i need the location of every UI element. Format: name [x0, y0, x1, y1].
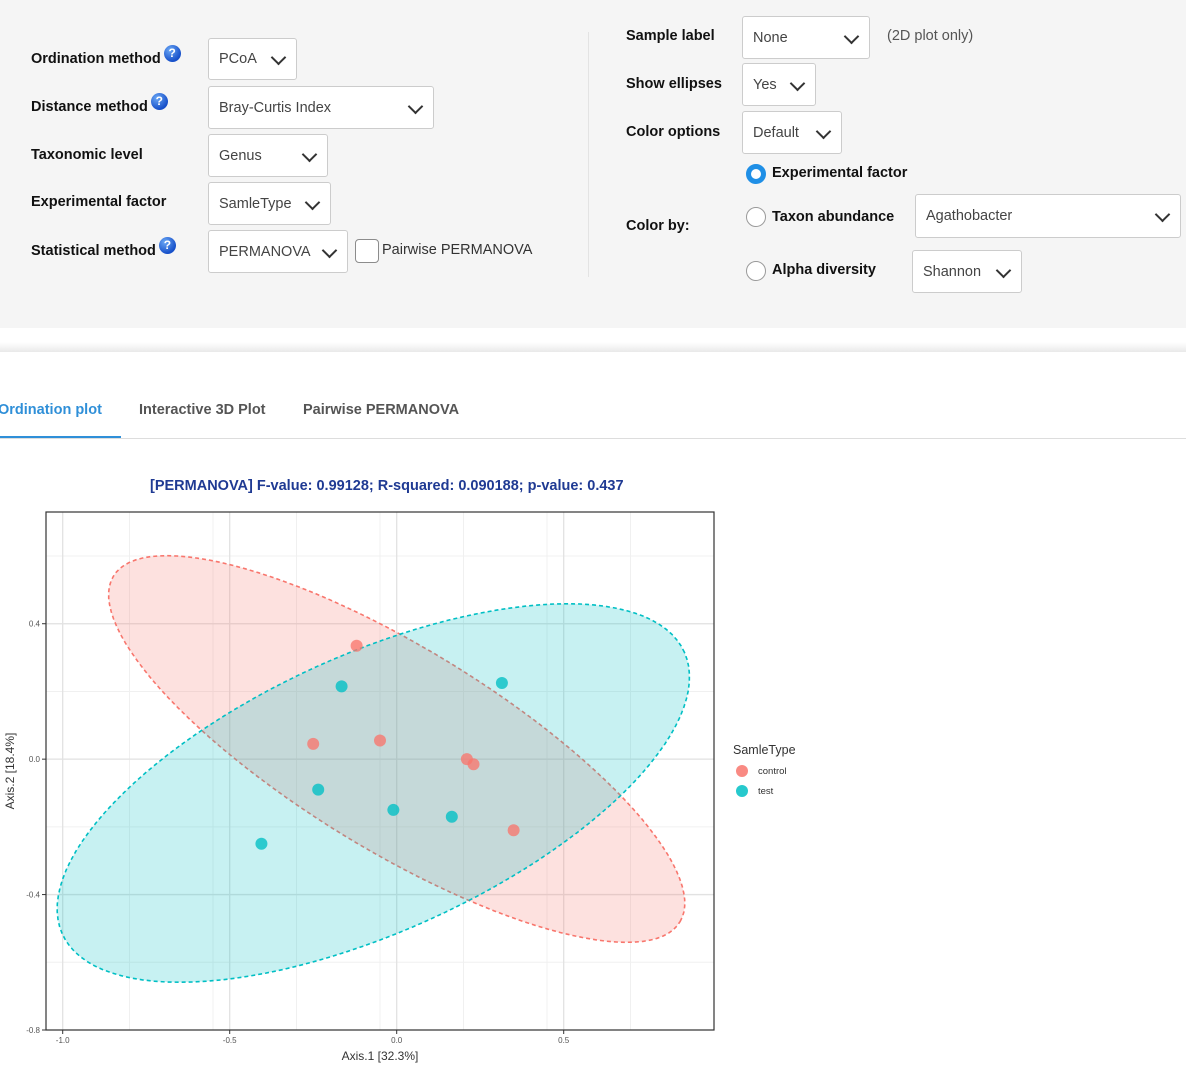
radio-taxon-abundance-label: Taxon abundance: [772, 209, 894, 225]
chevron-down-icon: [1154, 206, 1171, 223]
radio-alpha-diversity-label: Alpha diversity: [772, 262, 876, 278]
chevron-down-icon: [815, 123, 832, 139]
chevron-down-icon: [304, 194, 321, 210]
distance-method-value: Bray-Curtis Index: [219, 99, 332, 116]
point-test: [255, 837, 268, 850]
sample-label-note: (2D plot only): [887, 28, 974, 44]
point-test: [387, 803, 400, 816]
color-by-label-text: Color by:: [626, 218, 690, 234]
chevron-down-icon: [789, 75, 806, 91]
legend-key-test: [736, 785, 748, 797]
chevron-down-icon: [407, 98, 424, 114]
tab-ordination-plot[interactable]: Ordination plot: [0, 402, 102, 418]
radio-taxon-abundance-text: Taxon abundance: [772, 209, 895, 225]
legend-label-test: test: [758, 786, 774, 797]
taxonomic-level-label: Taxonomic level: [31, 147, 143, 163]
y-tick-label: 0.4: [29, 620, 41, 629]
y-tick-label: -0.4: [26, 891, 40, 900]
legend-key-control: [736, 765, 748, 777]
ordination-plot: -1.0 -0.5 0.0 0.5 -0.8 -0.4 0.0 0.4 Axis.1 [32.3…: [3, 511, 796, 1063]
help-icon[interactable]: ?: [158, 237, 176, 254]
x-tick-label: -1.0: [56, 1036, 70, 1045]
point-control: [350, 639, 363, 652]
experimental-factor-label: Experimental factor: [31, 194, 166, 210]
color-options-label: Color options: [626, 124, 720, 140]
x-tick-label: 0.5: [558, 1036, 570, 1045]
point-test: [445, 810, 458, 823]
ordination-method-label-text: Ordination method: [31, 50, 161, 67]
point-control: [507, 824, 520, 837]
chevron-down-icon: [995, 262, 1012, 278]
show-ellipses-select[interactable]: Yes: [742, 63, 816, 106]
chevron-down-icon: [321, 242, 338, 258]
experimental-factor-label-text: Experimental factor: [31, 194, 167, 210]
distance-method-select[interactable]: Bray-Curtis Index: [208, 86, 434, 129]
x-tick-label: -0.5: [223, 1036, 237, 1045]
radio-experimental-factor-label: Experimental factor: [772, 165, 907, 181]
color-options-select[interactable]: Default: [742, 111, 842, 154]
experimental-factor-value: SamleType: [219, 195, 292, 212]
radio-taxon-abundance[interactable]: [746, 207, 766, 227]
color-by-label: Color by:: [626, 218, 690, 234]
experimental-factor-select[interactable]: SamleType: [208, 182, 331, 225]
chevron-down-icon: [270, 49, 287, 66]
point-control: [467, 758, 480, 771]
x-axis-label: Axis.1 [32.3%]: [342, 1049, 419, 1063]
sample-label-label: Sample label: [626, 28, 715, 44]
point-test: [312, 783, 325, 796]
statistical-method-select[interactable]: PERMANOVA: [208, 230, 348, 273]
point-test: [335, 680, 348, 693]
pairwise-permanova-checkbox[interactable]: [355, 239, 379, 263]
x-tick-label: 0.0: [391, 1036, 403, 1045]
panel-shadow: [0, 328, 1186, 352]
statistical-method-label-text: Statistical method: [31, 242, 156, 259]
help-icon[interactable]: ?: [163, 45, 181, 62]
alpha-diversity-select[interactable]: Shannon: [912, 250, 1022, 293]
taxon-abundance-value: Agathobacter: [926, 208, 1013, 224]
tab-pairwise-permanova[interactable]: Pairwise PERMANOVA: [303, 402, 459, 418]
help-icon[interactable]: ?: [150, 93, 168, 110]
taxonomic-level-select[interactable]: Genus: [208, 134, 328, 177]
y-axis-label: Axis.2 [18.4%]: [3, 733, 17, 810]
ordination-method-value: PCoA: [219, 51, 257, 67]
ordination-method-label: Ordination method ?: [31, 45, 181, 67]
taxonomic-level-label-text: Taxonomic level: [31, 147, 143, 163]
taxonomic-level-value: Genus: [219, 147, 262, 164]
chevron-down-icon: [843, 28, 860, 44]
sample-label-label-text: Sample label: [626, 28, 715, 44]
chevron-down-icon: [301, 146, 318, 162]
ordination-method-select[interactable]: PCoA: [208, 38, 297, 80]
distance-method-label: Distance method ?: [31, 93, 168, 115]
alpha-diversity-value: Shannon: [923, 263, 982, 280]
color-options-value: Default: [753, 124, 799, 141]
active-tab-indicator: [0, 436, 121, 438]
show-ellipses-label: Show ellipses: [626, 76, 722, 92]
point-test: [495, 676, 508, 689]
legend-label-control: control: [758, 766, 787, 777]
show-ellipses-label-text: Show ellipses: [626, 76, 722, 92]
statistical-method-label: Statistical method ?: [31, 237, 176, 259]
color-options-label-text: Color options: [626, 124, 721, 140]
legend-title: SamleType: [733, 743, 796, 757]
sample-label-value: None: [753, 29, 788, 46]
distance-method-label-text: Distance method: [31, 98, 148, 115]
radio-alpha-diversity[interactable]: [746, 261, 766, 281]
radio-alpha-diversity-text: Alpha diversity: [772, 262, 876, 278]
point-control: [307, 737, 320, 750]
tab-bar: Ordination plot Interactive 3D Plot Pair…: [0, 390, 1186, 439]
radio-experimental-factor[interactable]: [746, 164, 766, 184]
point-control: [374, 734, 386, 747]
sample-label-select[interactable]: None: [742, 16, 870, 59]
radio-experimental-factor-text: Experimental factor: [772, 165, 908, 181]
show-ellipses-value: Yes: [753, 76, 777, 93]
pairwise-permanova-label: Pairwise PERMANOVA: [382, 242, 533, 258]
y-tick-label: -0.8: [26, 1026, 40, 1035]
tab-interactive-3d-plot[interactable]: Interactive 3D Plot: [139, 402, 266, 418]
taxon-abundance-select[interactable]: Agathobacter: [915, 194, 1181, 238]
y-tick-label: 0.0: [29, 755, 41, 764]
panel-divider: [588, 32, 589, 277]
statistical-method-value: PERMANOVA: [219, 243, 311, 260]
